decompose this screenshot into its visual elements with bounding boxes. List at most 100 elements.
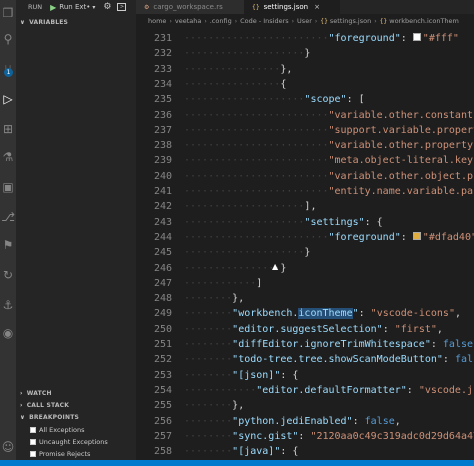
code-line[interactable]: 235 ····················"scope": [ [136,92,474,107]
code-line[interactable]: 244 ························"foreground":… [136,230,474,245]
code-line[interactable]: 245 ····················} [136,245,474,260]
accounts-icon[interactable]: ☺ [1,440,15,454]
tab-cargo-workspace[interactable]: ⚙ cargo_workspace.rs [136,0,244,14]
remote-icon[interactable]: ▣ [1,180,15,194]
play-icon[interactable]: ▶ [50,3,56,12]
code-token: "[java]" [232,446,281,458]
code-line[interactable]: 254 ············"editor.defaultFormatter"… [136,383,474,398]
breadcrumb-item[interactable]: User [297,17,312,25]
gear-icon[interactable]: ⚙ [103,2,111,12]
chevron-down-icon[interactable]: ▾ [92,4,95,11]
code-line[interactable]: 248 ········}, [136,291,474,306]
code-line[interactable]: 240 ························"variable.oth… [136,169,474,184]
line-number: 246 [153,262,172,274]
code-token: : [ [346,94,365,106]
tab-settings-json[interactable]: {} settings.json × [244,0,340,14]
code-line[interactable]: 247 ············] [136,276,474,291]
code-line[interactable]: 257 ········"sync.gist": "2120aa0c49c319a… [136,429,474,444]
breakpoint-item[interactable]: Promise Rejects [30,448,90,459]
checkbox[interactable] [30,450,36,457]
breadcrumb-item[interactable]: home [148,17,166,25]
docker-icon[interactable]: ⚓ [1,298,15,312]
code-line[interactable]: 258 ········"[java]": { [136,444,474,459]
callstack-title: CALL STACK [26,401,70,409]
activity-bar: ❒ ⚲ ⑂ 1 ▷ ⊞ ⚗ ▣ ⎇ ⚑ ↻ ⚓ ◉ ☺ [0,0,16,460]
breakpoint-item[interactable]: Uncaught Exceptions [30,436,108,447]
callstack-section-header[interactable]: › CALL STACK [16,399,136,411]
code-line[interactable]: 237 ························"support.vari… [136,123,474,138]
code-text: ····················} [184,46,310,61]
bookmark-icon[interactable]: ⚑ [1,238,15,252]
editor-tabs: ⚙ cargo_workspace.rs {} settings.json × [136,0,474,14]
indent-guide: ········ [184,430,233,442]
code-line[interactable]: 243 ····················"settings": { [136,215,474,230]
launch-config-select[interactable]: Run Ext• [59,3,90,11]
code-line[interactable]: 232 ····················} [136,46,474,61]
indent-guide: ········ [184,354,233,366]
code-token: "foreground" [328,231,401,243]
code-token: ] [256,277,263,289]
code-text: ················} [184,261,286,276]
search-icon[interactable]: ⚲ [1,32,15,46]
code-line[interactable]: 251 ········"diffEditor.ignoreTrimWhitesp… [136,337,474,352]
breakpoint-label: Promise Rejects [39,449,91,458]
code-token: "#dfad40" [422,231,474,243]
code-token: false [364,415,395,427]
close-icon[interactable]: × [314,3,320,11]
breadcrumb-item[interactable]: workbench.iconThem [389,17,459,25]
code-line[interactable]: 246 ················} [136,261,474,276]
code-line[interactable]: 239 ························"meta.object-… [136,153,474,168]
breakpoint-item[interactable]: All Exceptions [30,424,85,435]
indent-guide: ···················· [184,48,305,60]
code-line[interactable]: 249 ········"workbench.iconTheme": "vscod… [136,306,474,321]
line-number: 257 [153,430,172,442]
code-line[interactable]: 253 ········"[json]": { [136,368,474,383]
live-share-icon[interactable]: ↻ [1,268,15,282]
color-swatch[interactable] [412,231,421,240]
color-swatch[interactable] [412,33,421,41]
explorer-icon[interactable]: ❒ [1,6,15,20]
code-text: ········"python.jediEnabled": false, [184,414,401,429]
code-token: "variable.other.constant.prop [328,109,474,121]
code-token: "editor.suggestSelection" [232,323,383,335]
code-line[interactable]: 231 ························"foreground":… [136,31,474,46]
test-icon[interactable]: ⚗ [1,150,15,164]
checkbox[interactable] [30,438,36,445]
indent-guide: ········ [184,400,233,412]
code-token: false [442,339,474,350]
extensions-icon[interactable]: ⊞ [1,122,15,136]
code-text: ············"editor.defaultFormatter": "… [184,383,474,398]
terminal-icon[interactable]: > [117,3,127,11]
breadcrumb-item[interactable]: Code - Insiders [240,17,289,25]
code-line[interactable]: 236 ························"variable.oth… [136,108,474,123]
code-line[interactable]: 234 ················{ [136,77,474,92]
breadcrumb-item[interactable]: veetaha [175,17,201,25]
line-number: 242 [153,201,172,213]
code-token: "vscode.json-l [418,384,474,396]
code-token: } [304,48,311,60]
chevron-right-icon: › [20,389,23,397]
run-debug-icon[interactable]: ▷ [1,92,15,106]
breadcrumb-item[interactable]: .config [210,17,232,25]
code-line[interactable]: 256 ········"python.jediEnabled": false, [136,414,474,429]
checkbox[interactable] [30,426,36,433]
code-line[interactable]: 233 ················}, [136,62,474,77]
code-line[interactable]: 242 ····················], [136,199,474,214]
git-graph-icon[interactable]: ⎇ [1,210,15,224]
code-line[interactable]: 255 ········}, [136,398,474,413]
indent-guide: ························ [184,231,329,243]
code-editor[interactable]: 231 ························"foreground":… [136,28,474,460]
chevron-right-icon: › [169,17,172,25]
breadcrumb-item[interactable]: settings.json [330,17,371,25]
code-line[interactable]: 252 ········"todo-tree.tree.showScanModeB… [136,352,474,367]
watch-section-header[interactable]: › WATCH [16,387,136,399]
json-key-icon: {} [379,17,388,25]
code-text: ························"foreground": "#… [184,31,459,46]
breakpoints-section-header[interactable]: ∨ BREAKPOINTS [16,411,136,423]
code-line[interactable]: 241 ························"entity.name.… [136,184,474,199]
code-line[interactable]: 250 ········"editor.suggestSelection": "f… [136,322,474,337]
timeline-icon[interactable]: ◉ [1,326,15,340]
code-line[interactable]: 238 ························"variable.oth… [136,138,474,153]
variables-section-header[interactable]: ∨ VARIABLES [16,16,136,28]
code-token: "vscode-icons" [370,308,455,320]
